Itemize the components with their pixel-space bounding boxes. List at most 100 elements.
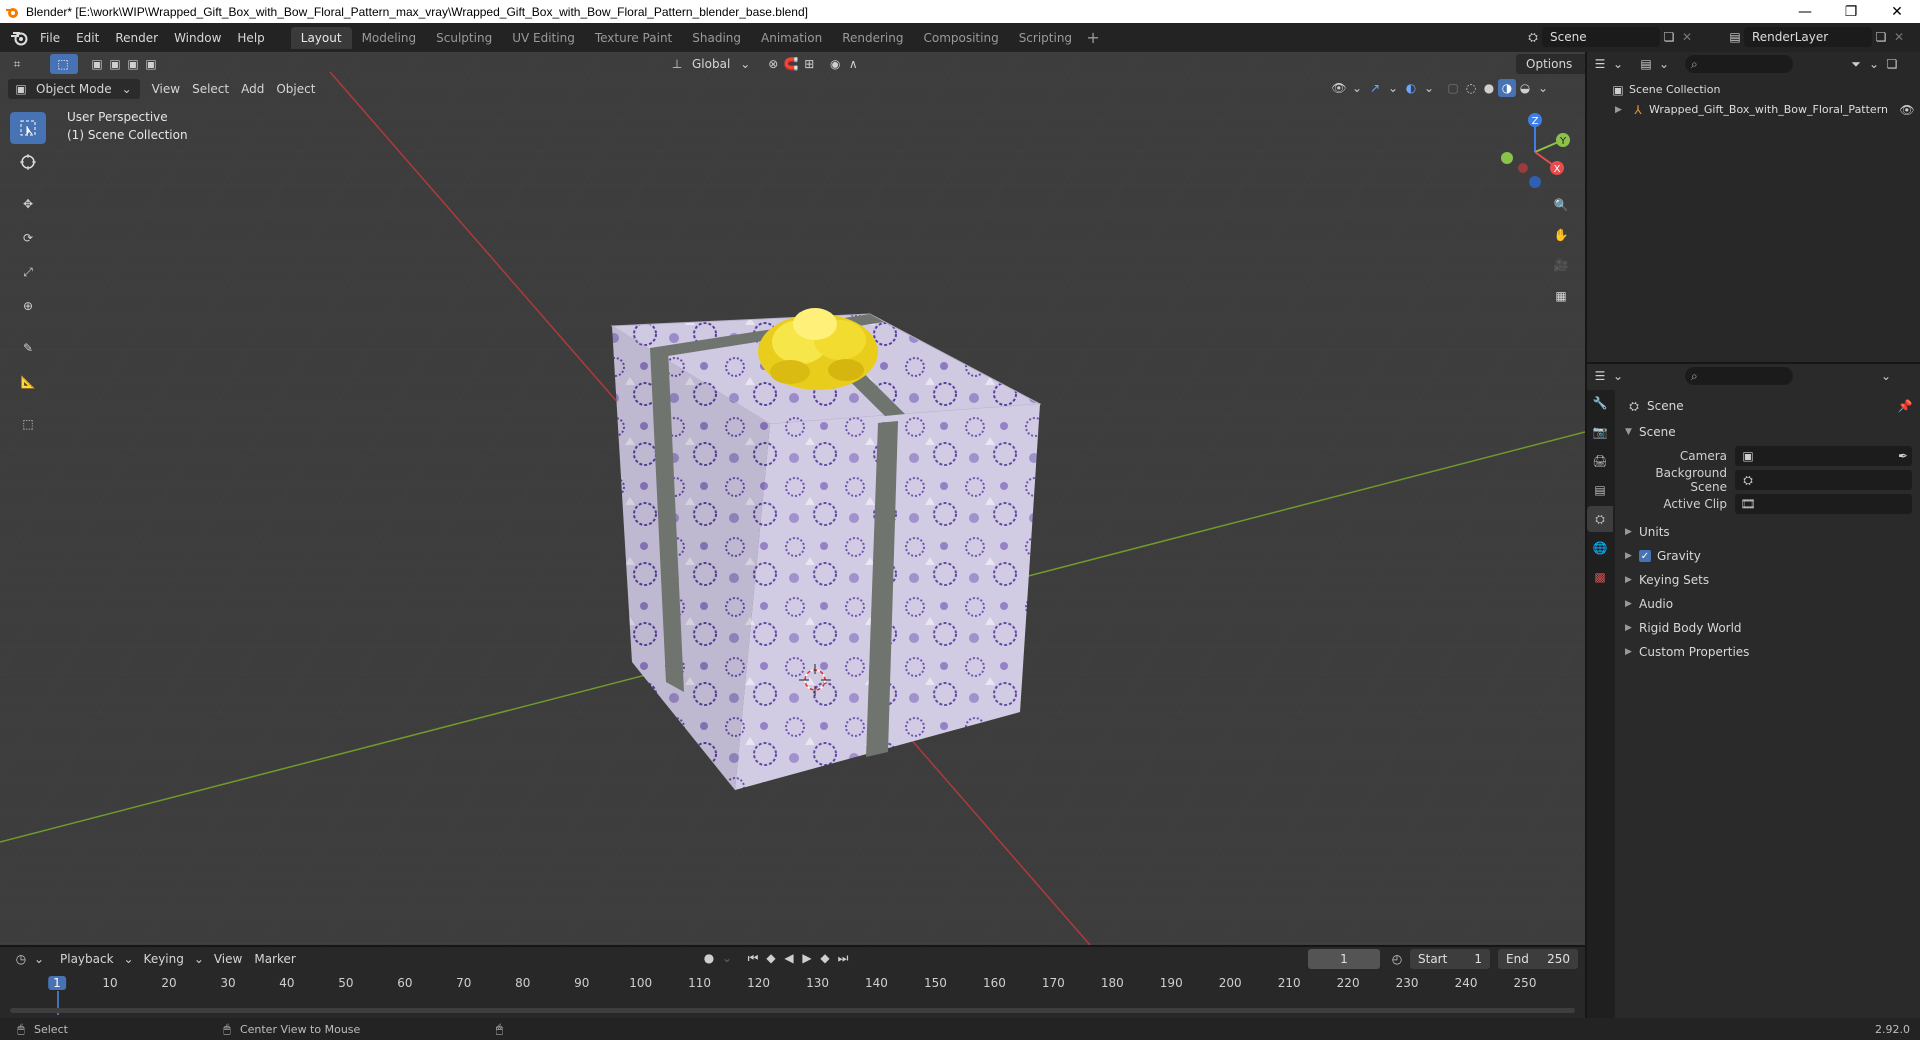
wireframe-shading-icon[interactable]: ◌: [1462, 79, 1480, 97]
display-mode-icon[interactable]: ▤: [1637, 55, 1655, 73]
new-collection-icon[interactable]: ❏: [1883, 55, 1901, 73]
editor-type-icon[interactable]: ☰: [1591, 55, 1609, 73]
tab-layout[interactable]: Layout: [290, 26, 352, 49]
new-view-layer-icon[interactable]: ❏: [1872, 28, 1890, 46]
mode-invert-icon[interactable]: ▣: [142, 55, 160, 73]
add-workspace-button[interactable]: +: [1082, 28, 1104, 47]
mode-new-icon[interactable]: ▣: [88, 55, 106, 73]
panel-rigid-body-world[interactable]: ▶ Rigid Body World: [1617, 616, 1920, 640]
select-menu[interactable]: Select: [186, 79, 235, 99]
eyedropper-icon[interactable]: ✒: [1894, 447, 1912, 465]
navigation-gizmo[interactable]: Z Y X: [1495, 110, 1575, 190]
pin-icon[interactable]: 📌: [1896, 397, 1914, 415]
expand-arrow-icon[interactable]: ▶: [1615, 100, 1629, 120]
delete-scene-icon[interactable]: ✕: [1678, 28, 1696, 46]
outliner-search-input[interactable]: ⌕: [1685, 55, 1793, 73]
render-tab-icon[interactable]: 📷: [1587, 419, 1613, 445]
properties-search-input[interactable]: ⌕: [1685, 367, 1793, 385]
xray-icon[interactable]: ▢: [1444, 79, 1462, 97]
restore-button[interactable]: ❐: [1828, 0, 1874, 23]
menu-window[interactable]: Window: [166, 27, 229, 49]
timeline-ruler[interactable]: 1 10 20 30 40 50 60 70 80 90 100 110 120 130 140 150 160…: [0, 973, 1585, 1015]
active-clip-field[interactable]: 🎞: [1735, 494, 1912, 514]
gravity-checkbox[interactable]: ✓: [1639, 550, 1651, 562]
next-keyframe-icon[interactable]: ◆: [816, 949, 834, 967]
rendered-shading-icon[interactable]: ◒: [1516, 79, 1534, 97]
3d-viewport[interactable]: ⌗ ⬚ ▣ ▣ ▣ ▣ ⊥ Global ⌄ ⊗ 🧲 ⊞ ◉ ∧ Options…: [0, 52, 1585, 945]
tab-animation[interactable]: Animation: [751, 27, 832, 49]
view-menu[interactable]: View: [146, 79, 186, 99]
scale-tool-icon[interactable]: ⤢: [10, 256, 46, 288]
prev-keyframe-icon[interactable]: ◆: [762, 949, 780, 967]
falloff-icon[interactable]: ∧: [844, 55, 862, 73]
mode-extend-icon[interactable]: ▣: [106, 55, 124, 73]
select-box-tool-icon[interactable]: ⬚: [50, 54, 78, 74]
tab-scripting[interactable]: Scripting: [1009, 27, 1082, 49]
filter-icon[interactable]: ⏷: [1847, 55, 1865, 73]
marker-menu[interactable]: Marker: [248, 949, 301, 969]
annotate-tool-icon[interactable]: ✎: [10, 332, 46, 364]
view-layer-field[interactable]: RenderLayer: [1744, 27, 1872, 47]
background-scene-field[interactable]: ⛭: [1735, 470, 1912, 490]
panel-scene[interactable]: ▼ Scene: [1617, 420, 1920, 444]
add-menu[interactable]: Add: [235, 79, 270, 99]
visibility-eye-icon[interactable]: 👁: [1898, 101, 1916, 119]
editor-type-icon[interactable]: ☰: [1591, 367, 1609, 385]
panel-custom-properties[interactable]: ▶ Custom Properties: [1617, 640, 1920, 664]
menu-edit[interactable]: Edit: [68, 27, 107, 49]
menu-render[interactable]: Render: [107, 27, 166, 49]
menu-help[interactable]: Help: [229, 27, 272, 49]
tab-sculpting[interactable]: Sculpting: [426, 27, 502, 49]
play-reverse-icon[interactable]: ◀: [780, 949, 798, 967]
texture-tab-icon[interactable]: ▩: [1587, 564, 1613, 590]
visibility-icon[interactable]: 👁: [1330, 79, 1348, 97]
options-dropdown[interactable]: Options ⌄: [1516, 54, 1585, 74]
outliner-row-object[interactable]: ▶ ⅄ Wrapped_Gift_Box_with_Bow_Floral_Pat…: [1587, 100, 1920, 120]
snap-target-icon[interactable]: ⊞: [800, 55, 818, 73]
solid-shading-icon[interactable]: ●: [1480, 79, 1498, 97]
scene-tab-icon[interactable]: ⛭: [1587, 506, 1613, 532]
playback-menu[interactable]: Playback: [54, 949, 120, 969]
chevron-down-icon[interactable]: ⌄: [1877, 367, 1895, 385]
delete-view-layer-icon[interactable]: ✕: [1890, 28, 1908, 46]
new-scene-icon[interactable]: ❏: [1660, 28, 1678, 46]
overlays-toggle-icon[interactable]: ◐: [1402, 79, 1420, 97]
panel-gravity[interactable]: ▶ ✓ Gravity: [1617, 544, 1920, 568]
panel-units[interactable]: ▶ Units: [1617, 520, 1920, 544]
panel-audio[interactable]: ▶ Audio: [1617, 592, 1920, 616]
tab-texture-paint[interactable]: Texture Paint: [585, 27, 682, 49]
pivot-point-icon[interactable]: ⊗: [764, 55, 782, 73]
tab-modeling[interactable]: Modeling: [352, 27, 427, 49]
jump-end-icon[interactable]: ⏭: [834, 949, 852, 967]
camera-field[interactable]: ▣ ✒: [1735, 446, 1912, 466]
world-tab-icon[interactable]: 🌐: [1587, 535, 1613, 561]
current-frame-field[interactable]: 1: [1308, 949, 1380, 969]
panel-keying-sets[interactable]: ▶ Keying Sets: [1617, 568, 1920, 592]
add-cube-tool-icon[interactable]: ⬚: [10, 408, 46, 440]
ortho-toggle-icon[interactable]: ▦: [1548, 283, 1574, 309]
snap-icon[interactable]: 🧲: [782, 55, 800, 73]
editor-type-icon[interactable]: ⌗: [8, 55, 26, 73]
measure-tool-icon[interactable]: 📐: [10, 366, 46, 398]
tool-tab-icon[interactable]: 🔧: [1587, 390, 1613, 416]
view-layer-tab-icon[interactable]: ▤: [1587, 477, 1613, 503]
menu-file[interactable]: File: [32, 27, 68, 49]
object-menu[interactable]: Object: [270, 79, 321, 99]
tab-uv-editing[interactable]: UV Editing: [502, 27, 585, 49]
play-icon[interactable]: ▶: [798, 949, 816, 967]
minimize-button[interactable]: —: [1782, 0, 1828, 23]
tab-compositing[interactable]: Compositing: [913, 27, 1008, 49]
pan-hand-icon[interactable]: ✋: [1548, 222, 1574, 248]
scene-name-field[interactable]: Scene: [1542, 27, 1660, 47]
cursor-tool-icon[interactable]: [10, 146, 46, 178]
select-tool-icon[interactable]: [10, 112, 46, 144]
scene-icon[interactable]: ⛭: [1524, 28, 1542, 46]
mode-subtract-icon[interactable]: ▣: [124, 55, 142, 73]
gift-box-object[interactable]: [0, 52, 1585, 945]
view-layer-icon[interactable]: ▤: [1726, 28, 1744, 46]
tab-shading[interactable]: Shading: [682, 27, 751, 49]
camera-view-icon[interactable]: 🎥: [1548, 252, 1574, 278]
start-frame-field[interactable]: Start 1: [1410, 949, 1490, 969]
rotate-tool-icon[interactable]: ⟳: [10, 222, 46, 254]
move-tool-icon[interactable]: ✥: [10, 188, 46, 220]
